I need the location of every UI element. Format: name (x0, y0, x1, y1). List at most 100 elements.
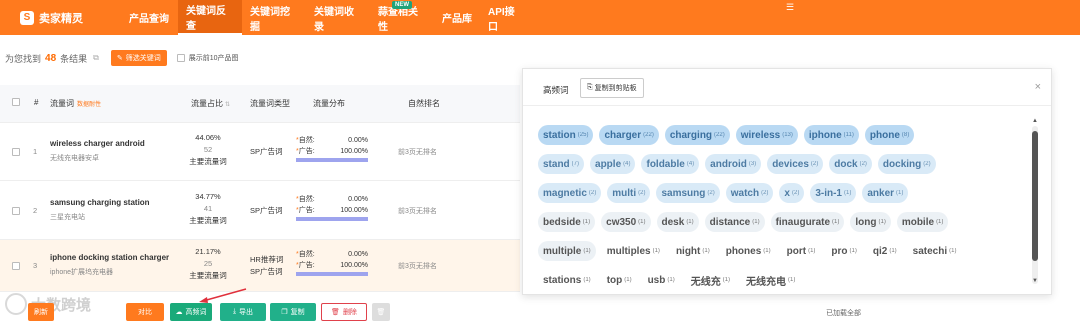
close-icon[interactable]: × (1035, 81, 1041, 93)
nav-item-6[interactable]: API接口 (480, 0, 532, 35)
table-row[interactable]: 1 wireless charger android 无线充电器安卓 44.06… (0, 123, 520, 181)
keyword-english[interactable]: wireless charger android (50, 139, 145, 148)
keyword-header-sub[interactable]: 数据耐性 (77, 102, 101, 108)
word-tag[interactable]: docking (2) (877, 154, 936, 174)
word-tag[interactable]: samsung (2) (656, 183, 720, 203)
keyword-english[interactable]: iphone docking station charger (50, 253, 169, 262)
nav-item-3[interactable]: 关键词收录 (306, 0, 370, 35)
word-tag[interactable]: desk (1) (656, 212, 699, 232)
delete-button[interactable]: 🗑 删除 (321, 303, 367, 321)
word-tag[interactable]: usb (1) (643, 270, 680, 290)
word-tag[interactable]: devices (2) (767, 154, 824, 174)
word-text: port (786, 245, 807, 257)
share-header[interactable]: 流量占比 ⇅ (191, 98, 230, 109)
type-cell: SP广告词 (250, 205, 283, 217)
word-tag[interactable]: 无线充电 (1) (741, 270, 800, 290)
copy-to-clipboard-button[interactable]: ⎘ 复制到剪贴板 (580, 78, 644, 98)
external-link-icon[interactable]: ⧉ (93, 53, 99, 63)
show-top-products-toggle[interactable]: 展示前10产品图 (176, 53, 239, 63)
keyword-type: SP广告词 (250, 267, 283, 276)
popup-scrollbar[interactable] (1032, 126, 1038, 284)
word-count: (1) (808, 248, 816, 254)
select-all-checkbox[interactable] (12, 98, 20, 106)
nav-item-1[interactable]: 关键词反查 (178, 0, 242, 35)
ad-percent: 100.00% (340, 148, 368, 155)
word-tag[interactable]: stand (7) (538, 154, 585, 174)
nav-item-2[interactable]: 关键词挖掘 (242, 0, 306, 35)
nav-item-5[interactable]: 产品库 (434, 0, 480, 35)
table-row[interactable]: 3 iphone docking station charger iphone扩… (0, 240, 520, 292)
word-tag[interactable]: port (1) (782, 241, 821, 261)
word-count: (2) (791, 190, 800, 196)
word-tag[interactable]: multiple (1) (538, 241, 596, 261)
word-tag[interactable]: finaugurate (1) (770, 212, 845, 232)
word-tag[interactable]: android (3) (705, 154, 762, 174)
scroll-up-icon[interactable]: ▲ (1032, 118, 1038, 124)
menu-lines-icon[interactable]: ☰ (786, 2, 794, 13)
word-tag[interactable]: night (1) (671, 241, 715, 261)
copy-button[interactable]: ❐ 复制 (270, 303, 316, 321)
word-tag[interactable]: wireless (13) (735, 125, 798, 145)
sort-icon[interactable]: ⇅ (225, 102, 230, 108)
table-row[interactable]: 2 samsung charging station 三星充电站 34.77% … (0, 182, 520, 240)
distribution-cell: *自然: 0.00% *广告: 100.00% (296, 194, 368, 221)
keyword-header[interactable]: 流量词 数据耐性 (50, 98, 101, 109)
word-tag[interactable]: distance (1) (704, 212, 765, 232)
word-tag[interactable]: iphone (11) (803, 125, 859, 145)
word-tag[interactable]: apple (4) (590, 154, 636, 174)
show-top-checkbox[interactable] (176, 54, 185, 62)
word-tag[interactable]: foldable (4) (641, 154, 700, 174)
word-tag[interactable]: stations (1) (538, 270, 596, 290)
keyword-type: HR推荐词 (250, 255, 284, 264)
bottom-action-bar: 大数跨境 刷新 对比 ☁ 高频词 ⤓ 导出 ❐ 复制 🗑 删除 🗑 已加载全部 (0, 293, 1080, 328)
popup-scrollbar-thumb[interactable] (1032, 131, 1038, 261)
app-logo[interactable]: S 卖家精灵 (20, 10, 120, 26)
word-tag[interactable]: charging (22) (664, 125, 730, 145)
keyword-english[interactable]: samsung charging station (50, 198, 150, 207)
word-tag[interactable]: anker (1) (862, 183, 909, 203)
refresh-button[interactable]: 刷新 (28, 303, 54, 321)
share-number: 52 (203, 145, 213, 154)
row-checkbox[interactable] (12, 207, 20, 215)
word-tag[interactable]: long (1) (850, 212, 891, 232)
word-tag[interactable]: magnetic (2) (538, 183, 602, 203)
word-tag[interactable]: dock (2) (829, 154, 872, 174)
word-tag[interactable]: satechi (1) (908, 241, 962, 261)
word-tag[interactable]: charger (22) (599, 125, 659, 145)
row-checkbox[interactable] (12, 148, 20, 156)
share-cell: 34.77% 41 主要流量词 (178, 191, 238, 227)
row-checkbox[interactable] (12, 262, 20, 270)
high-frequency-button[interactable]: ☁ 高频词 (170, 303, 212, 321)
loaded-all-text: 已加载全部 (826, 310, 861, 317)
word-tag[interactable]: watch (2) (725, 183, 774, 203)
word-tag[interactable]: pro (1) (826, 241, 861, 261)
nav-item-4[interactable]: 蒜查相关性 NEW (370, 0, 434, 35)
word-tag[interactable]: mobile (1) (896, 212, 949, 232)
word-tag[interactable]: phones (1) (721, 241, 776, 261)
keyword-chinese: 无线充电器安卓 (50, 155, 99, 162)
scroll-down-icon[interactable]: ▼ (1032, 278, 1038, 284)
word-tag[interactable]: qi2 (1) (868, 241, 902, 261)
copy-label: 复制 (290, 309, 305, 316)
word-tag[interactable]: bedside (1) (538, 212, 596, 232)
top-nav-bar: S 卖家精灵 产品查询 关键词反查 关键词挖掘 关键词收录 蒜查相关性 NEW 产品库 API… (0, 0, 1080, 35)
word-count: (22) (643, 132, 654, 138)
word-tag[interactable]: cw350 (1) (601, 212, 651, 232)
copy-to-clipboard-label: 复制到剪贴板 (594, 85, 637, 92)
filter-keywords-button[interactable]: ✎ 筛选关键词 (110, 50, 167, 66)
export-button[interactable]: ⤓ 导出 (220, 303, 266, 321)
word-tag[interactable]: 3-in-1 (1) (810, 183, 857, 203)
word-tag[interactable]: top (1) (602, 270, 637, 290)
nav-item-0[interactable]: 产品查询 (120, 0, 178, 35)
word-tag[interactable]: 无线充 (1) (686, 270, 735, 290)
word-tag[interactable]: multiples (1) (602, 241, 665, 261)
compare-button[interactable]: 对比 (126, 303, 164, 321)
word-tag[interactable]: x (2) (779, 183, 805, 203)
word-tag[interactable]: station (25) (538, 125, 594, 145)
natural-label: 自然: (298, 251, 315, 258)
word-tag[interactable]: multi (2) (607, 183, 651, 203)
disabled-trash-button[interactable]: 🗑 (372, 303, 390, 321)
word-text: wireless (740, 129, 781, 141)
word-tag[interactable]: phone (8) (864, 125, 915, 145)
word-text: apple (595, 158, 622, 170)
